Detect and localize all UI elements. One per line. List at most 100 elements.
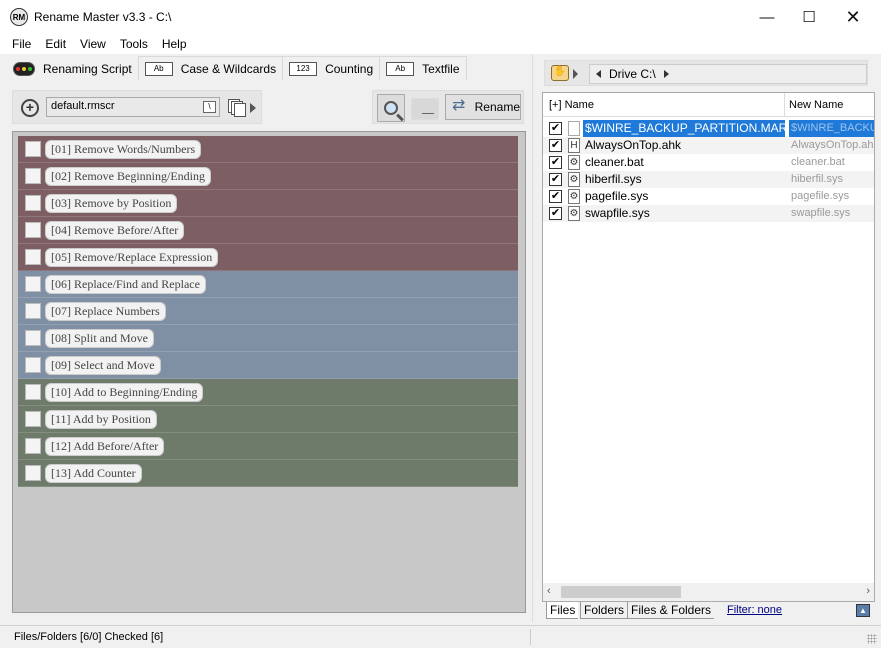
file-row[interactable]: ✔ $WINRE_BACKUP_PARTITION.MARKER$WINRE_BA… bbox=[543, 120, 874, 137]
file-checkbox[interactable]: ✔ bbox=[549, 207, 562, 220]
scroll-left-icon[interactable]: ‹ bbox=[547, 585, 551, 597]
rule-checkbox[interactable] bbox=[25, 438, 41, 454]
right-panel: ✋ Drive C:\ [+] Name New Name ‹ › ✔ $WINR… bbox=[540, 54, 881, 622]
menu-view[interactable]: View bbox=[73, 37, 113, 51]
rule-checkbox[interactable] bbox=[25, 357, 41, 373]
rule-label[interactable]: [13] Add Counter bbox=[45, 464, 142, 483]
file-checkbox[interactable]: ✔ bbox=[549, 190, 562, 203]
rule-label[interactable]: [11] Add by Position bbox=[45, 410, 157, 429]
file-checkbox[interactable]: ✔ bbox=[549, 139, 562, 152]
rule-row[interactable]: [01] Remove Words/Numbers bbox=[18, 136, 518, 163]
rule-label[interactable]: [05] Remove/Replace Expression bbox=[45, 248, 219, 267]
menu-tools[interactable]: Tools bbox=[113, 37, 155, 51]
file-checkbox[interactable]: ✔ bbox=[549, 122, 562, 135]
scroll-thumb[interactable] bbox=[561, 586, 681, 598]
tab-files[interactable]: Files bbox=[546, 602, 579, 619]
tab-renaming-script[interactable]: Renaming Script bbox=[6, 56, 139, 80]
horizontal-scrollbar[interactable]: ‹ › bbox=[543, 583, 874, 601]
tab-textfile[interactable]: Ab Textfile bbox=[379, 56, 467, 80]
rule-label[interactable]: [10] Add to Beginning/Ending bbox=[45, 383, 204, 402]
rule-label[interactable]: [07] Replace Numbers bbox=[45, 302, 166, 321]
rule-row[interactable]: [12] Add Before/After bbox=[18, 433, 518, 460]
add-rule-button[interactable]: + bbox=[21, 99, 39, 117]
file-checkbox[interactable]: ✔ bbox=[549, 156, 562, 169]
breadcrumb-drive[interactable]: Drive C:\ bbox=[609, 67, 656, 81]
breadcrumb[interactable]: Drive C:\ bbox=[589, 64, 867, 84]
rule-checkbox[interactable] bbox=[25, 276, 41, 292]
file-name[interactable]: $WINRE_BACKUP_PARTITION.MARKER bbox=[583, 120, 785, 137]
undo-button[interactable] bbox=[411, 98, 439, 120]
script-file-name: default.rmscr bbox=[51, 100, 115, 112]
file-name[interactable]: hiberfil.sys bbox=[583, 171, 785, 188]
file-name[interactable]: AlwaysOnTop.ahk bbox=[583, 137, 785, 154]
menu-file[interactable]: File bbox=[0, 37, 38, 51]
column-new-name[interactable]: New Name bbox=[789, 93, 843, 117]
file-name[interactable]: cleaner.bat bbox=[583, 154, 785, 171]
resize-grip-icon[interactable] bbox=[867, 634, 877, 644]
rule-checkbox[interactable] bbox=[25, 195, 41, 211]
file-name[interactable]: swapfile.sys bbox=[583, 205, 785, 222]
rule-checkbox[interactable] bbox=[25, 222, 41, 238]
rule-row[interactable]: [13] Add Counter bbox=[18, 460, 518, 487]
maximize-button[interactable]: ☐ bbox=[786, 0, 832, 34]
menu-edit[interactable]: Edit bbox=[38, 37, 73, 51]
rename-button[interactable]: Rename bbox=[445, 94, 521, 120]
copy-script-icon[interactable] bbox=[228, 99, 246, 117]
preview-button[interactable] bbox=[377, 94, 405, 122]
rule-row[interactable]: [04] Remove Before/After bbox=[18, 217, 518, 244]
rule-row[interactable]: [03] Remove by Position bbox=[18, 190, 518, 217]
file-new-name: $WINRE_BACKUP_PARTITION.MARKER bbox=[789, 120, 874, 137]
file-row[interactable]: ✔ ⚙ swapfile.sys swapfile.sys bbox=[543, 205, 874, 222]
column-name[interactable]: [+] Name bbox=[543, 93, 785, 117]
rule-checkbox[interactable] bbox=[25, 330, 41, 346]
collapse-panel-icon[interactable]: ▲ bbox=[856, 604, 870, 617]
rule-checkbox[interactable] bbox=[25, 411, 41, 427]
minimize-button[interactable]: — bbox=[744, 0, 790, 34]
rule-label[interactable]: [02] Remove Beginning/Ending bbox=[45, 167, 211, 186]
rule-row[interactable]: [10] Add to Beginning/Ending bbox=[18, 379, 518, 406]
rule-checkbox[interactable] bbox=[25, 303, 41, 319]
dropdown-icon[interactable]: \ bbox=[203, 101, 216, 113]
rule-row[interactable]: [08] Split and Move bbox=[18, 325, 518, 352]
rule-checkbox[interactable] bbox=[25, 249, 41, 265]
rule-row[interactable]: [06] Replace/Find and Replace bbox=[18, 271, 518, 298]
rule-row[interactable]: [07] Replace Numbers bbox=[18, 298, 518, 325]
rule-label[interactable]: [01] Remove Words/Numbers bbox=[45, 140, 202, 159]
file-row[interactable]: ✔ ⚙ hiberfil.sys hiberfil.sys bbox=[543, 171, 874, 188]
file-row[interactable]: ✔ H AlwaysOnTop.ahk AlwaysOnTop.ahk bbox=[543, 137, 874, 154]
rule-row[interactable]: [05] Remove/Replace Expression bbox=[18, 244, 518, 271]
scroll-right-icon[interactable]: › bbox=[866, 585, 870, 597]
rule-label[interactable]: [12] Add Before/After bbox=[45, 437, 165, 456]
tab-files-folders[interactable]: Files & Folders bbox=[627, 602, 715, 619]
rule-row[interactable]: [11] Add by Position bbox=[18, 406, 518, 433]
tab-case-wildcards[interactable]: Ab Case & Wildcards bbox=[137, 56, 284, 80]
file-row[interactable]: ✔ ⚙ pagefile.sys pagefile.sys bbox=[543, 188, 874, 205]
rule-label[interactable]: [04] Remove Before/After bbox=[45, 221, 185, 240]
rule-checkbox[interactable] bbox=[25, 465, 41, 481]
rule-checkbox[interactable] bbox=[25, 384, 41, 400]
rule-label[interactable]: [06] Replace/Find and Replace bbox=[45, 275, 206, 294]
forward-arrow-icon[interactable] bbox=[663, 70, 669, 78]
file-checkbox[interactable]: ✔ bbox=[549, 173, 562, 186]
rule-label[interactable]: [03] Remove by Position bbox=[45, 194, 178, 213]
hand-icon[interactable]: ✋ bbox=[551, 65, 569, 81]
rule-row[interactable]: [09] Select and Move bbox=[18, 352, 518, 379]
panel-splitter[interactable] bbox=[532, 54, 540, 622]
rule-label[interactable]: [08] Split and Move bbox=[45, 329, 154, 348]
rule-checkbox[interactable] bbox=[25, 141, 41, 157]
hand-menu-arrow-icon[interactable] bbox=[573, 69, 578, 79]
tab-counting[interactable]: 123 Counting bbox=[282, 56, 381, 80]
file-row[interactable]: ✔ ⚙ cleaner.bat cleaner.bat bbox=[543, 154, 874, 171]
ab-icon: Ab bbox=[144, 61, 173, 76]
tab-folders[interactable]: Folders bbox=[580, 602, 628, 619]
file-name[interactable]: pagefile.sys bbox=[583, 188, 785, 205]
back-arrow-icon[interactable] bbox=[596, 70, 601, 78]
filter-link[interactable]: Filter: none bbox=[727, 604, 782, 616]
rule-checkbox[interactable] bbox=[25, 168, 41, 184]
script-file-select[interactable]: default.rmscr \ bbox=[46, 97, 220, 117]
rule-row[interactable]: [02] Remove Beginning/Ending bbox=[18, 163, 518, 190]
menu-help[interactable]: Help bbox=[155, 37, 194, 51]
script-menu-arrow-icon[interactable] bbox=[250, 103, 256, 113]
rule-label[interactable]: [09] Select and Move bbox=[45, 356, 161, 375]
close-button[interactable]: ✕ bbox=[830, 0, 876, 34]
